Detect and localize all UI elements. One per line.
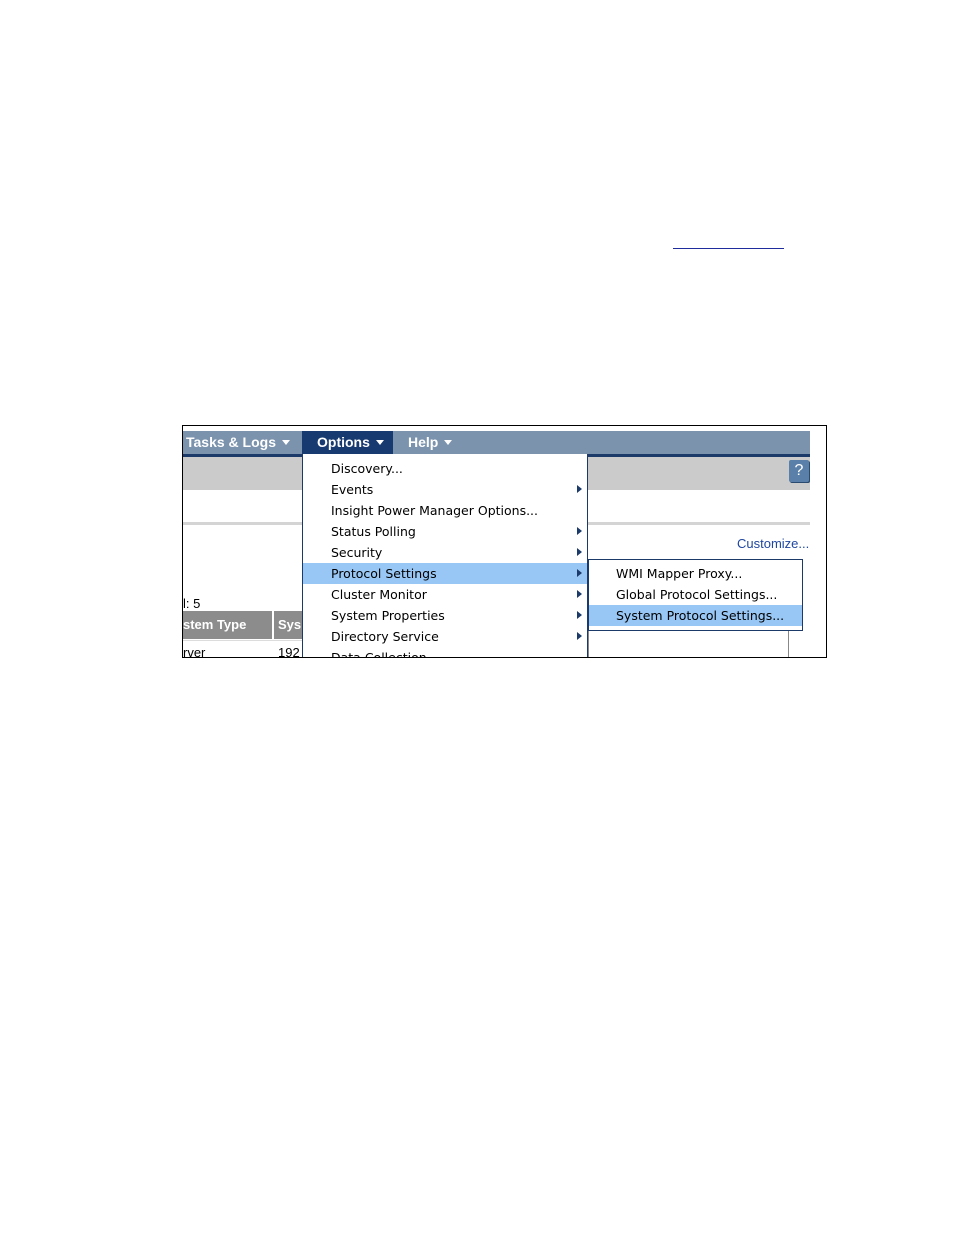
chevron-right-icon (577, 569, 582, 577)
menu-item-discovery[interactable]: Discovery... (303, 458, 587, 479)
table-cell-sys: 192 (278, 645, 300, 658)
total-count: l: 5 (183, 596, 201, 611)
chevron-right-icon (577, 632, 582, 640)
chevron-down-icon (375, 440, 384, 445)
menu-options[interactable]: Options (302, 431, 393, 454)
help-icon[interactable]: ? (789, 460, 809, 482)
menu-item-system-properties[interactable]: System Properties (303, 605, 587, 626)
menu-item-events[interactable]: Events (303, 479, 587, 500)
screenshot-frame: Tasks & Logs Options Help ? Customize...… (182, 425, 827, 658)
menu-item-protocol-settings[interactable]: Protocol Settings (303, 563, 587, 584)
chevron-right-icon (577, 548, 582, 556)
table-body-right (588, 630, 789, 657)
menu-item-status-polling[interactable]: Status Polling (303, 521, 587, 542)
table-header: stem Type Sys (183, 611, 303, 639)
menu-item-directory-service[interactable]: Directory Service (303, 626, 587, 647)
menu-item-security[interactable]: Security (303, 542, 587, 563)
document-link-underline (673, 248, 784, 249)
column-divider (272, 611, 274, 639)
customize-link[interactable]: Customize... (737, 536, 809, 551)
menu-tasks-logs[interactable]: Tasks & Logs (186, 431, 290, 454)
table-cell-type: rver (183, 645, 206, 658)
submenu-item-wmi-mapper-proxy[interactable]: WMI Mapper Proxy... (589, 563, 802, 584)
chevron-right-icon (577, 590, 582, 598)
chevron-down-icon (444, 440, 453, 445)
chevron-right-icon (577, 527, 582, 535)
submenu-item-system-protocol-settings[interactable]: System Protocol Settings... (589, 605, 802, 626)
menu-item-cluster-monitor[interactable]: Cluster Monitor (303, 584, 587, 605)
menu-item-insight-power-manager[interactable]: Insight Power Manager Options... (303, 500, 587, 521)
menu-item-data-collection[interactable]: Data Collection (303, 647, 587, 657)
column-header-system[interactable]: Sys (278, 611, 301, 639)
chevron-right-icon (577, 485, 582, 493)
protocol-settings-submenu: WMI Mapper Proxy... Global Protocol Sett… (588, 559, 803, 631)
options-dropdown-menu: Discovery... Events Insight Power Manage… (302, 454, 588, 657)
chevron-down-icon (282, 440, 290, 445)
table-row-border (183, 640, 303, 641)
chevron-right-icon (577, 611, 582, 619)
menu-help[interactable]: Help (408, 431, 453, 454)
column-header-system-type[interactable]: stem Type (183, 611, 246, 639)
submenu-item-global-protocol-settings[interactable]: Global Protocol Settings... (589, 584, 802, 605)
